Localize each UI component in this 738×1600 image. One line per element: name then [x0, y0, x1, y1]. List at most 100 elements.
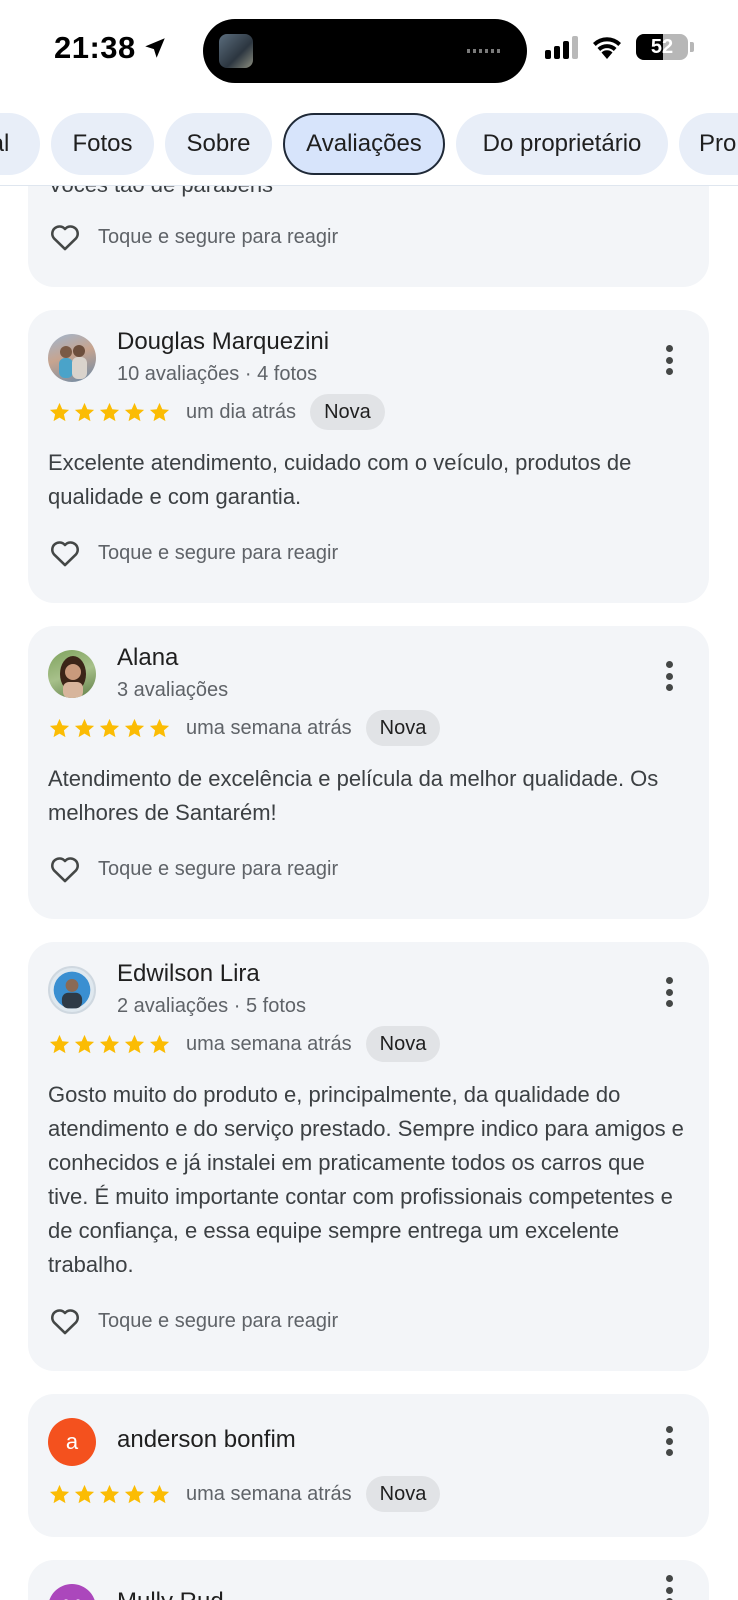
cellular-signal-icon	[545, 35, 578, 59]
react-button[interactable]: Toque e segure para reagir	[48, 1304, 338, 1338]
tab-avaliacoes[interactable]: Avaliações	[283, 113, 445, 175]
avatar[interactable]	[48, 334, 96, 382]
review-text: Atendimento de excelência e película da …	[48, 766, 659, 825]
avatar[interactable]: a	[48, 1418, 96, 1466]
status-bar: 21:38 52	[0, 0, 738, 100]
more-options-icon[interactable]	[659, 972, 679, 1012]
review-date: uma semana atrás	[186, 1482, 352, 1505]
dynamic-island[interactable]	[203, 19, 527, 83]
tab-fotos[interactable]: Fotos	[51, 113, 154, 175]
star-icon	[124, 1484, 145, 1503]
tab-label: al	[0, 130, 10, 157]
battery-icon: 52	[636, 34, 694, 60]
star-icon	[124, 718, 145, 737]
star-icon	[149, 402, 170, 421]
wifi-icon	[593, 37, 621, 59]
place-tabs: al Fotos Sobre Avaliações Do proprietári…	[0, 100, 738, 186]
avatar[interactable]	[48, 650, 96, 698]
star-icon	[49, 1034, 70, 1053]
star-icon	[49, 1484, 70, 1503]
review-card: M Mully Rud	[28, 1560, 709, 1600]
react-label: Toque e segure para reagir	[98, 541, 339, 564]
new-badge: Nova	[365, 710, 441, 746]
tab-do-proprietario[interactable]: Do proprietário	[456, 113, 668, 175]
review-card: Edwilson Lira 2 avaliações · 5 fotos uma…	[28, 942, 709, 1371]
profile-photo	[60, 656, 86, 698]
react-button[interactable]: Toque e segure para reagir	[48, 852, 338, 886]
react-label: Toque e segure para reagir	[98, 857, 339, 880]
tab-label: Avaliações	[306, 130, 422, 157]
star-rating	[48, 401, 171, 424]
review-date: uma semana atrás	[186, 1032, 352, 1055]
review-date: uma semana atrás	[186, 716, 352, 739]
new-badge: Nova	[310, 394, 385, 430]
tab-label: Pro	[699, 130, 737, 157]
tab-label: Fotos	[72, 130, 133, 157]
new-badge: Nova	[365, 1026, 441, 1062]
new-badge: Nova	[365, 1476, 441, 1512]
star-icon	[124, 402, 145, 421]
star-icon	[124, 1034, 145, 1053]
star-icon	[99, 718, 120, 737]
star-icon	[99, 402, 120, 421]
reviewer-name[interactable]: Douglas Marquezini	[117, 328, 329, 356]
react-button[interactable]: Toque e segure para reagir	[48, 220, 338, 254]
reviewer-name[interactable]: Edwilson Lira	[117, 960, 260, 988]
more-options-icon[interactable]	[659, 656, 679, 696]
reviewer-meta: 2 avaliações · 5 fotos	[117, 995, 306, 1017]
rating-row: um dia atrás Nova	[48, 394, 385, 430]
reviewer-meta: 3 avaliações	[117, 679, 229, 701]
review-text: Gosto muito do produto e, principalmente…	[48, 1082, 684, 1277]
more-options-icon[interactable]	[659, 1421, 679, 1461]
rating-row: uma semana atrás Nova	[48, 1026, 441, 1062]
star-icon	[99, 1034, 120, 1053]
reviewer-name[interactable]: Alana	[117, 644, 178, 672]
rating-row: uma semana atrás Nova	[48, 710, 441, 746]
media-thumbnail	[219, 34, 253, 68]
status-time: 21:38	[54, 30, 168, 66]
tab-label: Sobre	[186, 130, 251, 157]
react-label: Toque e segure para reagir	[98, 1309, 339, 1332]
star-icon	[149, 1484, 170, 1503]
star-icon	[149, 1034, 170, 1053]
review-card: a anderson bonfim uma semana atrás Nova	[28, 1394, 709, 1537]
reviewer-name[interactable]: anderson bonfim	[117, 1426, 296, 1454]
avatar-letter: M	[63, 1595, 81, 1600]
review-date: um dia atrás	[186, 400, 297, 423]
review-text: Excelente atendimento, cuidado com o veí…	[48, 450, 632, 509]
review-card: Douglas Marquezini 10 avaliações · 4 fot…	[28, 310, 709, 603]
react-label: Toque e segure para reagir	[98, 225, 339, 248]
avatar[interactable]	[48, 966, 96, 1014]
reviewer-name[interactable]: Mully Rud	[117, 1588, 224, 1600]
more-options-icon[interactable]	[659, 340, 679, 380]
tab-produtos[interactable]: Pro	[679, 113, 738, 175]
location-arrow-icon	[145, 38, 165, 58]
avatar-letter: a	[65, 1429, 79, 1454]
heart-icon	[51, 857, 79, 883]
more-options-icon[interactable]	[659, 1570, 679, 1600]
star-icon	[74, 1034, 95, 1053]
profile-photo	[59, 345, 87, 379]
tab-sobre[interactable]: Sobre	[165, 113, 272, 175]
heart-icon	[51, 225, 79, 251]
react-button[interactable]: Toque e segure para reagir	[48, 536, 338, 570]
reviewer-meta: 10 avaliações · 4 fotos	[117, 363, 318, 385]
heart-icon	[51, 541, 79, 567]
star-icon	[49, 402, 70, 421]
avatar[interactable]: M	[48, 1584, 96, 1600]
status-time-text: 21:38	[54, 30, 136, 65]
tab-geral[interactable]: al	[0, 113, 40, 175]
star-rating	[48, 1033, 171, 1056]
battery-level: 52	[650, 35, 674, 58]
screen: 21:38 52 al	[0, 0, 738, 1600]
star-rating	[48, 717, 171, 740]
heart-icon	[51, 1309, 79, 1335]
star-icon	[99, 1484, 120, 1503]
star-icon	[74, 718, 95, 737]
star-icon	[49, 718, 70, 737]
star-icon	[149, 718, 170, 737]
review-card: Alana 3 avaliações uma semana atrás Nova…	[28, 626, 709, 919]
audio-waveform-icon	[467, 49, 503, 53]
tab-label: Do proprietário	[482, 130, 642, 157]
profile-photo	[53, 971, 91, 1009]
